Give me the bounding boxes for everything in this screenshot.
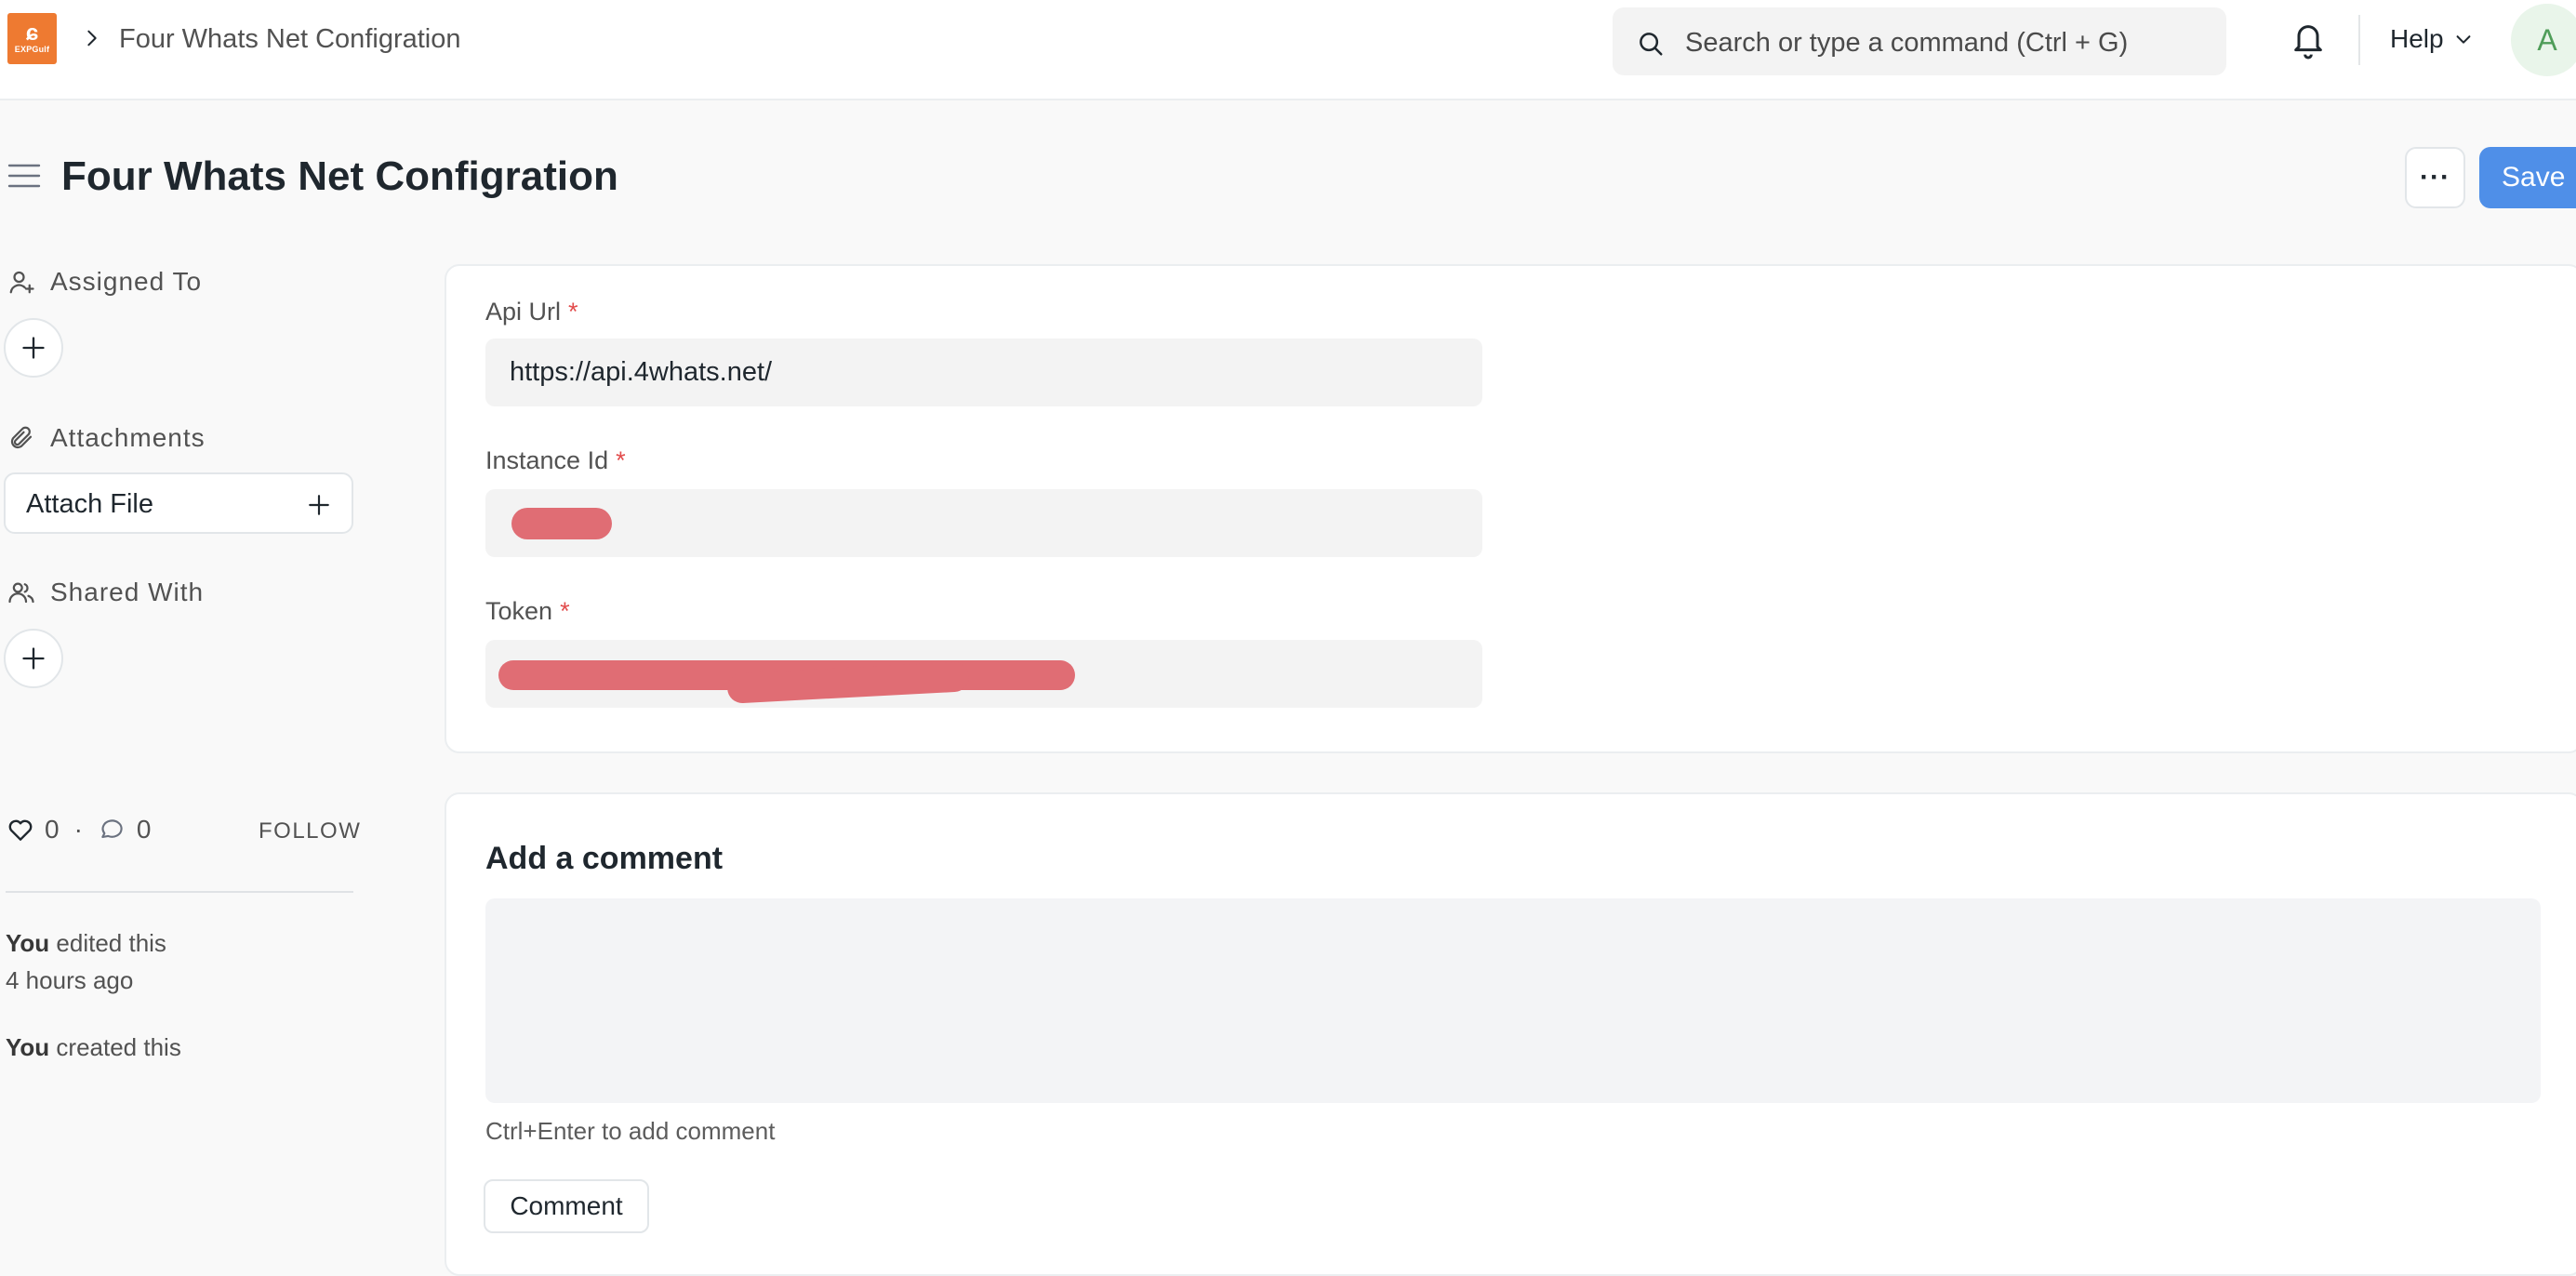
avatar[interactable]: A: [2511, 4, 2576, 76]
navbar: ɕ EXPGulf Four Whats Net Configration Se…: [0, 0, 2576, 100]
activity-item: You edited this 4 hours ago: [6, 924, 166, 999]
search-input[interactable]: Search or type a command (Ctrl + G): [1613, 7, 2226, 75]
instance-id-label: Instance Id *: [485, 445, 626, 476]
instance-id-label-text: Instance Id: [485, 446, 609, 474]
save-button[interactable]: Save: [2479, 147, 2576, 208]
activity-item: You created this: [6, 1029, 181, 1066]
instance-id-field[interactable]: [485, 489, 1482, 557]
activity-actor: You: [6, 1033, 50, 1061]
heart-icon[interactable]: [6, 815, 35, 844]
plus-icon: [22, 647, 45, 670]
logo-text: EXPGulf: [14, 45, 50, 54]
sidebar-divider: [6, 891, 353, 893]
comment-count: 0: [136, 815, 152, 844]
required-mark: *: [568, 298, 578, 326]
breadcrumb[interactable]: Four Whats Net Configration: [119, 22, 460, 56]
assigned-to-label: Assigned To: [7, 266, 202, 298]
activity-time: 4 hours ago: [6, 966, 134, 994]
sidebar-toggle-icon[interactable]: [7, 162, 41, 190]
engagement-counts: 0 · 0: [6, 815, 151, 844]
comment-title: Add a comment: [485, 841, 724, 876]
help-label: Help: [2390, 24, 2444, 53]
required-mark: *: [560, 597, 570, 625]
search-icon: [1640, 33, 1663, 56]
activity-action: created this: [49, 1033, 181, 1061]
user-add-icon: [9, 271, 34, 294]
logo-mark-icon: ɕ: [25, 20, 39, 46]
api-url-label-text: Api Url: [485, 298, 562, 326]
paperclip-icon: [10, 426, 33, 449]
assigned-to-text: Assigned To: [50, 267, 203, 296]
app-logo[interactable]: ɕ EXPGulf: [7, 13, 57, 64]
token-field[interactable]: [485, 640, 1482, 708]
activity-actor: You: [6, 929, 50, 957]
attachments-label: Attachments: [7, 422, 206, 454]
shared-with-label: Shared With: [7, 577, 204, 608]
search-placeholder: Search or type a command (Ctrl + G): [1685, 28, 2129, 58]
add-assignee-button[interactable]: [4, 318, 63, 378]
more-actions-button[interactable]: ···: [2405, 147, 2465, 208]
attachments-text: Attachments: [50, 423, 206, 452]
page-title: Four Whats Net Configration: [61, 153, 618, 199]
token-label: Token *: [485, 595, 570, 627]
redaction-mark: [511, 508, 612, 539]
api-url-value: https://api.4whats.net/: [510, 357, 773, 387]
follow-button[interactable]: FOLLOW: [259, 818, 361, 844]
required-mark: *: [616, 446, 626, 474]
notification-bell-icon[interactable]: [2290, 19, 2327, 60]
comment-button[interactable]: Comment: [484, 1179, 649, 1233]
activity-action: edited this: [49, 929, 166, 957]
chevron-down-icon: [2456, 35, 2471, 44]
comment-hint: Ctrl+Enter to add comment: [485, 1117, 776, 1145]
add-share-button[interactable]: [4, 629, 63, 688]
users-icon: [8, 582, 34, 604]
like-count: 0: [45, 815, 60, 844]
plus-icon: [309, 495, 329, 515]
help-dropdown[interactable]: Help: [2390, 22, 2474, 56]
plus-icon: [22, 337, 45, 359]
token-label-text: Token: [485, 597, 553, 625]
comment-input[interactable]: [485, 898, 2541, 1103]
chevron-right-icon: [87, 30, 97, 47]
api-url-label: Api Url *: [485, 296, 578, 327]
attach-file-label: Attach File: [26, 489, 153, 519]
shared-with-text: Shared With: [50, 578, 205, 606]
api-url-field[interactable]: https://api.4whats.net/: [485, 339, 1482, 406]
comment-icon[interactable]: [98, 815, 127, 844]
separator-dot: ·: [73, 815, 83, 844]
navbar-divider: [2358, 15, 2360, 65]
attach-file-button[interactable]: Attach File: [4, 472, 353, 534]
